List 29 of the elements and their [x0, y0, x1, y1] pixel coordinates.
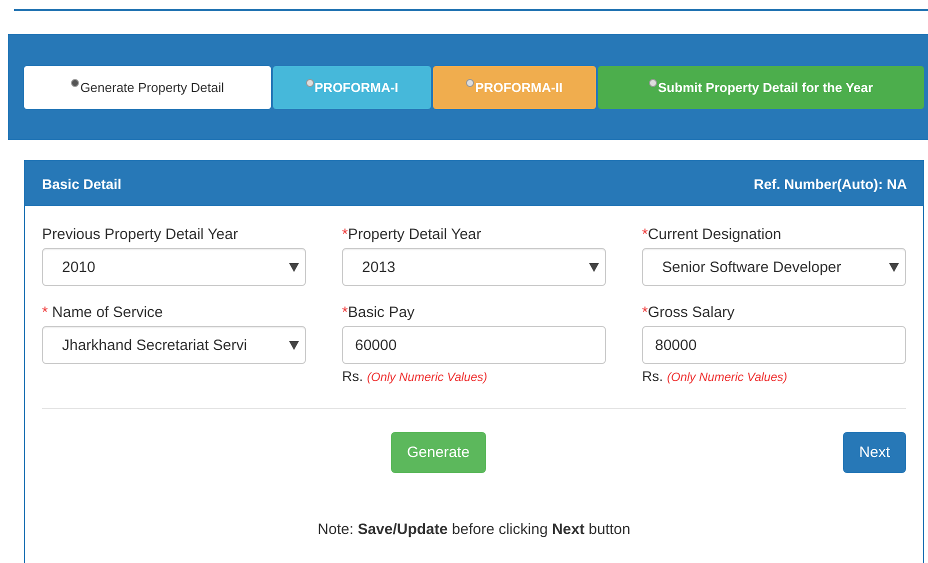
unit-label: Rs.	[342, 368, 363, 384]
radio-icon	[306, 79, 314, 87]
hint-text: (Only Numeric Values)	[667, 370, 788, 384]
field-label: * Name of Service	[42, 304, 164, 321]
radio-icon	[71, 79, 80, 87]
tab[interactable]: Generate Property Detail	[24, 66, 272, 108]
caret-icon	[289, 262, 299, 272]
radio-icon	[466, 79, 474, 87]
input-field[interactable]: 80000	[642, 326, 906, 364]
field-label: Previous Property Detail Year	[42, 226, 239, 243]
next-button[interactable]: Next	[843, 432, 906, 473]
caret-icon	[889, 262, 899, 272]
unit-label: Rs.	[642, 368, 663, 384]
field-label: *Gross Salary	[642, 304, 736, 321]
select-field[interactable]: Senior Software Developer	[642, 248, 906, 286]
select-field[interactable]: Jharkhand Secretariat Servi	[42, 326, 306, 364]
field-label: *Property Detail Year	[342, 226, 482, 243]
note-text: Note: Save/Update before clicking Next button	[316, 521, 632, 538]
ref-number: Ref. Number(Auto): NA	[754, 176, 907, 192]
radio-icon	[649, 79, 658, 87]
field-label: *Basic Pay	[342, 304, 416, 321]
panel-title: Basic Detail	[42, 176, 122, 192]
caret-icon	[289, 340, 299, 350]
select-field[interactable]: 2010	[42, 248, 306, 286]
caret-icon	[589, 262, 599, 272]
hint-text: (Only Numeric Values)	[367, 370, 488, 384]
field-label: *Current Designation	[642, 226, 782, 243]
select-field[interactable]: 2013	[342, 248, 606, 286]
input-field[interactable]: 60000	[342, 326, 606, 364]
